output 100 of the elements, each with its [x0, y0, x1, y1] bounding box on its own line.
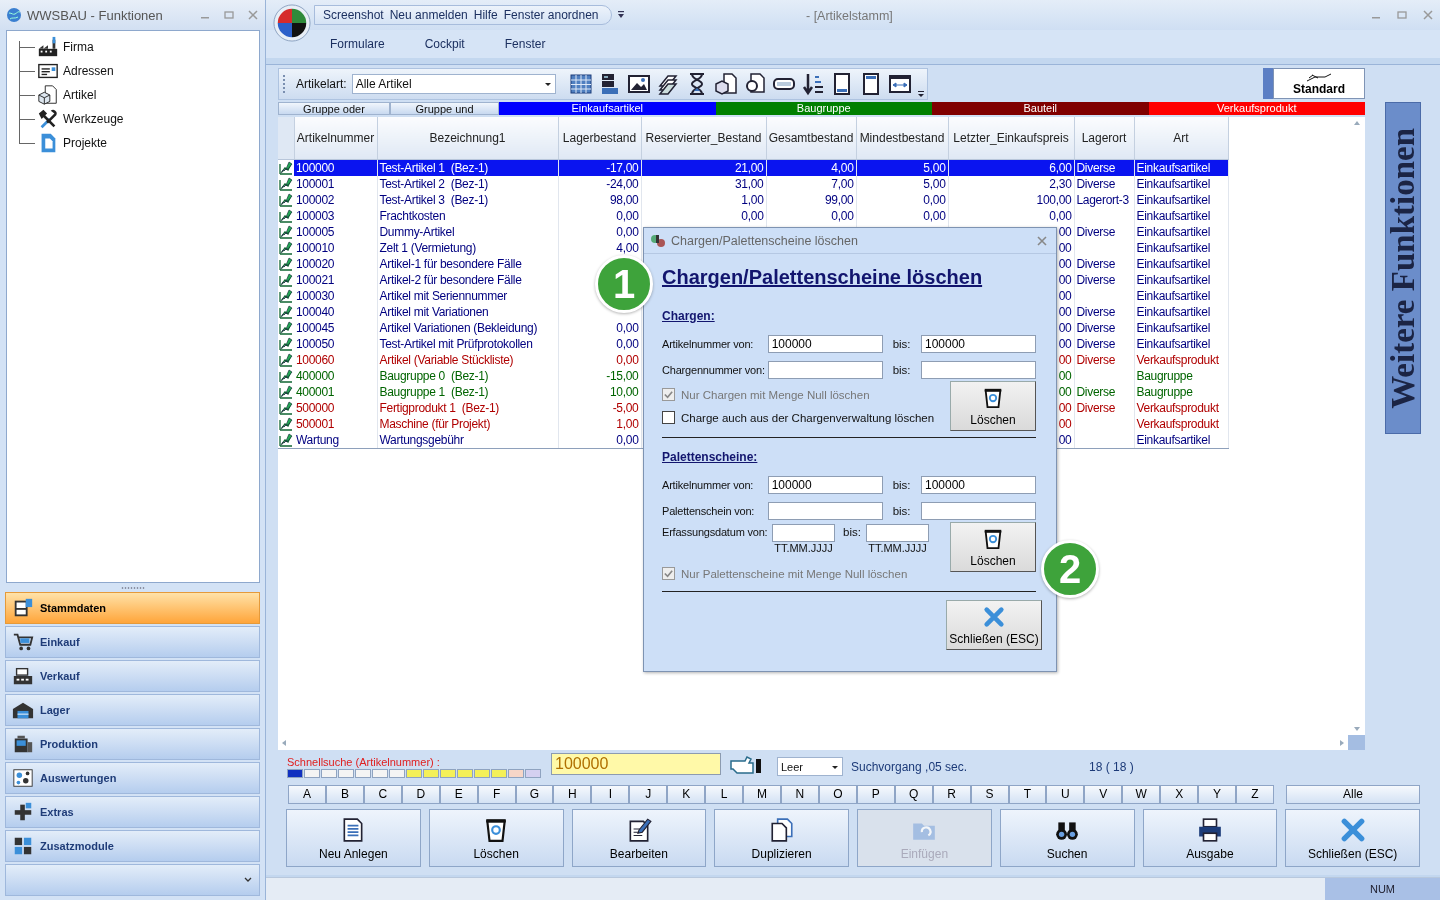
overflow-caret-icon[interactable]: [916, 89, 925, 99]
edit-icon[interactable]: [279, 209, 293, 223]
close-button[interactable]: [1036, 234, 1048, 247]
date-field[interactable]: [772, 524, 835, 542]
letter-button[interactable]: G: [515, 784, 554, 804]
image-icon[interactable]: [626, 72, 651, 96]
column-header[interactable]: Lagerort: [1074, 117, 1134, 160]
delete-button[interactable]: Löschen: [950, 381, 1036, 431]
letter-button[interactable]: R: [932, 784, 971, 804]
nav-button[interactable]: Stammdaten: [5, 592, 260, 624]
letter-button[interactable]: Q: [894, 784, 933, 804]
tree-item[interactable]: Adressen: [63, 64, 114, 78]
group-filter-button[interactable]: Gruppe oder: [278, 102, 390, 115]
letter-button[interactable]: A: [288, 784, 326, 804]
letter-button[interactable]: E: [439, 784, 478, 804]
edit-icon[interactable]: [279, 225, 293, 239]
letter-button[interactable]: F: [477, 784, 516, 804]
nav-button[interactable]: Auswertungen: [5, 762, 260, 794]
edit-icon[interactable]: [279, 369, 293, 383]
splitter-grip-icon[interactable]: [120, 585, 145, 590]
edit-icon[interactable]: [279, 193, 293, 207]
letter-button[interactable]: J: [629, 784, 668, 804]
letter-button[interactable]: I: [591, 784, 630, 804]
quick-access-item[interactable]: Screenshot: [323, 8, 384, 22]
edit-icon[interactable]: [279, 353, 293, 367]
hand-pointer-icon[interactable]: [729, 753, 763, 775]
column-header[interactable]: Reservierter_Bestand: [641, 117, 766, 160]
tree-item[interactable]: Artikel: [63, 88, 97, 102]
column-header[interactable]: Art: [1134, 117, 1228, 160]
letter-button[interactable]: W: [1122, 784, 1161, 804]
nav-button[interactable]: Produktion: [5, 728, 260, 760]
filter-dropdown[interactable]: Alle Artikel: [351, 74, 556, 94]
letter-button[interactable]: U: [1046, 784, 1085, 804]
letter-button[interactable]: P: [856, 784, 895, 804]
action-button[interactable]: Ausgabe: [1142, 809, 1278, 867]
edit-icon[interactable]: [279, 241, 293, 255]
letter-button[interactable]: Z: [1236, 784, 1274, 804]
quick-access-item[interactable]: Hilfe: [473, 8, 498, 22]
input-field[interactable]: 100000: [921, 335, 1036, 353]
caret-icon[interactable]: [243, 877, 253, 883]
action-button[interactable]: Schließen (ESC): [1285, 809, 1420, 867]
edit-icon[interactable]: [279, 177, 293, 191]
input-field[interactable]: 100000: [767, 476, 883, 494]
window-icon[interactable]: [887, 72, 912, 96]
edit-icon[interactable]: [279, 321, 293, 335]
side-tab[interactable]: Weitere Funktionen: [1385, 102, 1421, 434]
standard-button[interactable]: Standard: [1273, 68, 1365, 99]
input-field[interactable]: 100000: [921, 476, 1036, 494]
quick-search-field[interactable]: 100000: [551, 753, 721, 775]
quick-access-item[interactable]: Fenster anordnen: [503, 8, 599, 22]
quick-access-item[interactable]: Neu anmelden: [389, 8, 468, 22]
letter-button[interactable]: C: [363, 784, 402, 804]
tree-item[interactable]: Projekte: [63, 136, 108, 150]
column-header[interactable]: Letzter_Einkaufspreis: [948, 117, 1074, 160]
input-field[interactable]: [767, 361, 883, 379]
date-field[interactable]: [866, 524, 929, 542]
column-header[interactable]: Mindestbestand: [856, 117, 948, 160]
letter-button[interactable]: H: [553, 784, 592, 804]
checkbox[interactable]: [662, 411, 675, 424]
sort-icon[interactable]: [800, 72, 825, 96]
box-icon[interactable]: [713, 72, 738, 96]
nav-button[interactable]: Verkauf: [5, 660, 260, 692]
nav-button[interactable]: Einkauf: [5, 626, 260, 658]
column-header[interactable]: Gesamtbestand: [766, 117, 856, 160]
edit-icon[interactable]: [279, 417, 293, 431]
edit-icon[interactable]: [279, 273, 293, 287]
edit-icon[interactable]: [279, 337, 293, 351]
close-dialog-button[interactable]: Schließen (ESC): [946, 600, 1042, 650]
letter-button[interactable]: L: [705, 784, 744, 804]
menu-item[interactable]: Cockpit: [412, 37, 477, 51]
action-button[interactable]: Löschen: [428, 809, 564, 867]
group-filter-button[interactable]: Gruppe und: [390, 102, 499, 115]
edit-icon[interactable]: [279, 161, 293, 175]
input-field[interactable]: [921, 361, 1036, 379]
all-button[interactable]: Alle: [1286, 784, 1420, 804]
input-field[interactable]: 100000: [767, 335, 883, 353]
letter-button[interactable]: K: [667, 784, 706, 804]
action-button[interactable]: Suchen: [999, 809, 1135, 867]
letter-button[interactable]: T: [1008, 784, 1047, 804]
edit-icon[interactable]: [279, 385, 293, 399]
menu-item[interactable]: Fenster: [492, 37, 558, 51]
letter-button[interactable]: B: [325, 784, 364, 804]
action-button[interactable]: Bearbeiten: [571, 809, 707, 867]
letter-button[interactable]: V: [1084, 784, 1123, 804]
column-header[interactable]: Artikelnummer: [294, 117, 377, 160]
letter-button[interactable]: O: [818, 784, 857, 804]
nav-button[interactable]: Extras: [5, 796, 260, 828]
nav-button[interactable]: Zusatzmodule: [5, 830, 260, 862]
edit-icon[interactable]: [279, 289, 293, 303]
edit-icon[interactable]: [279, 433, 293, 447]
letter-button[interactable]: M: [743, 784, 781, 804]
customize-caret-icon[interactable]: [615, 10, 626, 20]
action-button[interactable]: Duplizieren: [714, 809, 849, 867]
column-header[interactable]: Bezeichnung1: [377, 117, 558, 160]
column-header[interactable]: Lagerbestand: [558, 117, 641, 160]
tree-item[interactable]: Werkzeuge: [63, 112, 124, 126]
letter-button[interactable]: N: [781, 784, 819, 804]
edit-icon[interactable]: [279, 305, 293, 319]
menu-item[interactable]: Formulare: [318, 37, 397, 51]
calendar-icon[interactable]: [568, 72, 593, 96]
